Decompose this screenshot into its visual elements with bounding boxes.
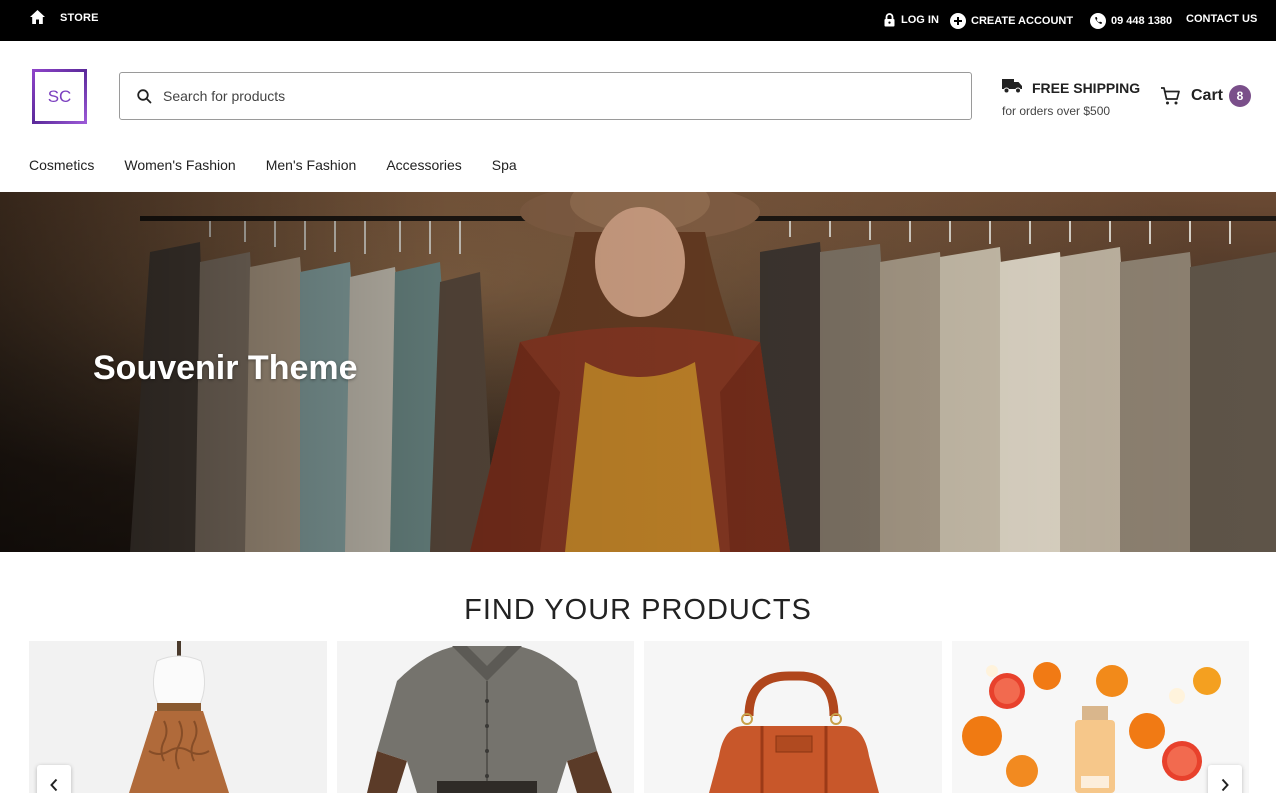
truck-icon [1002, 79, 1022, 94]
product-card-mens-fashion[interactable] [337, 641, 635, 793]
hero-banner: Souvenir Theme [0, 192, 1276, 552]
section-title: FIND YOUR PRODUCTS [464, 594, 812, 626]
leather-handbag-image [644, 641, 942, 793]
mens-shirt-image [337, 641, 634, 793]
contact-us-link[interactable]: CONTACT US [1186, 13, 1257, 25]
search-input[interactable] [163, 88, 923, 104]
store-link[interactable]: STORE [60, 12, 99, 24]
create-account-label: CREATE ACCOUNT [971, 15, 1074, 27]
plus-circle-icon [950, 13, 966, 29]
carousel-prev-button[interactable] [37, 765, 71, 793]
product-card-accessories[interactable] [644, 641, 942, 793]
login-label: LOG IN [901, 14, 939, 26]
citrus-cosmetics-image [952, 641, 1249, 793]
product-card-cosmetics[interactable] [952, 641, 1250, 793]
cart-button[interactable]: Cart 8 [1160, 84, 1252, 108]
hero-title: Souvenir Theme [93, 349, 358, 387]
product-card-womens-fashion[interactable] [29, 641, 327, 793]
create-account-link[interactable]: CREATE ACCOUNT [950, 13, 1073, 29]
mannequin-skirt-image [29, 641, 327, 793]
nav-item-womens-fashion[interactable]: Women's Fashion [124, 157, 235, 173]
cart-label: Cart [1191, 87, 1224, 104]
phone-number: 09 448 1380 [1111, 15, 1173, 27]
carousel-next-button[interactable] [1208, 765, 1242, 793]
shipping-subtitle: for orders over $500 [1002, 104, 1111, 118]
phone-link[interactable]: 09 448 1380 [1090, 13, 1172, 29]
store-logo[interactable]: SC [32, 69, 87, 124]
search-bar [119, 72, 972, 120]
phone-icon [1090, 13, 1106, 29]
search-icon[interactable] [137, 88, 152, 104]
home-icon[interactable] [29, 9, 46, 25]
shipping-title: FREE SHIPPING [1032, 80, 1141, 96]
chevron-right-icon [1221, 778, 1229, 792]
nav-item-mens-fashion[interactable]: Men's Fashion [266, 157, 357, 173]
cart-icon [1161, 87, 1180, 105]
main-nav: Cosmetics Women's Fashion Men's Fashion … [29, 157, 517, 173]
chevron-left-icon [50, 778, 58, 792]
nav-item-accessories[interactable]: Accessories [386, 157, 461, 173]
login-link[interactable]: LOG IN [883, 13, 939, 27]
lock-icon [884, 13, 895, 27]
nav-item-cosmetics[interactable]: Cosmetics [29, 157, 94, 173]
cart-count-badge: 8 [1229, 85, 1252, 107]
top-bar: STORE LOG IN CREATE ACCOUNT 09 448 1380 … [0, 0, 1276, 41]
logo-text: SC [48, 87, 72, 106]
nav-item-spa[interactable]: Spa [492, 157, 517, 173]
